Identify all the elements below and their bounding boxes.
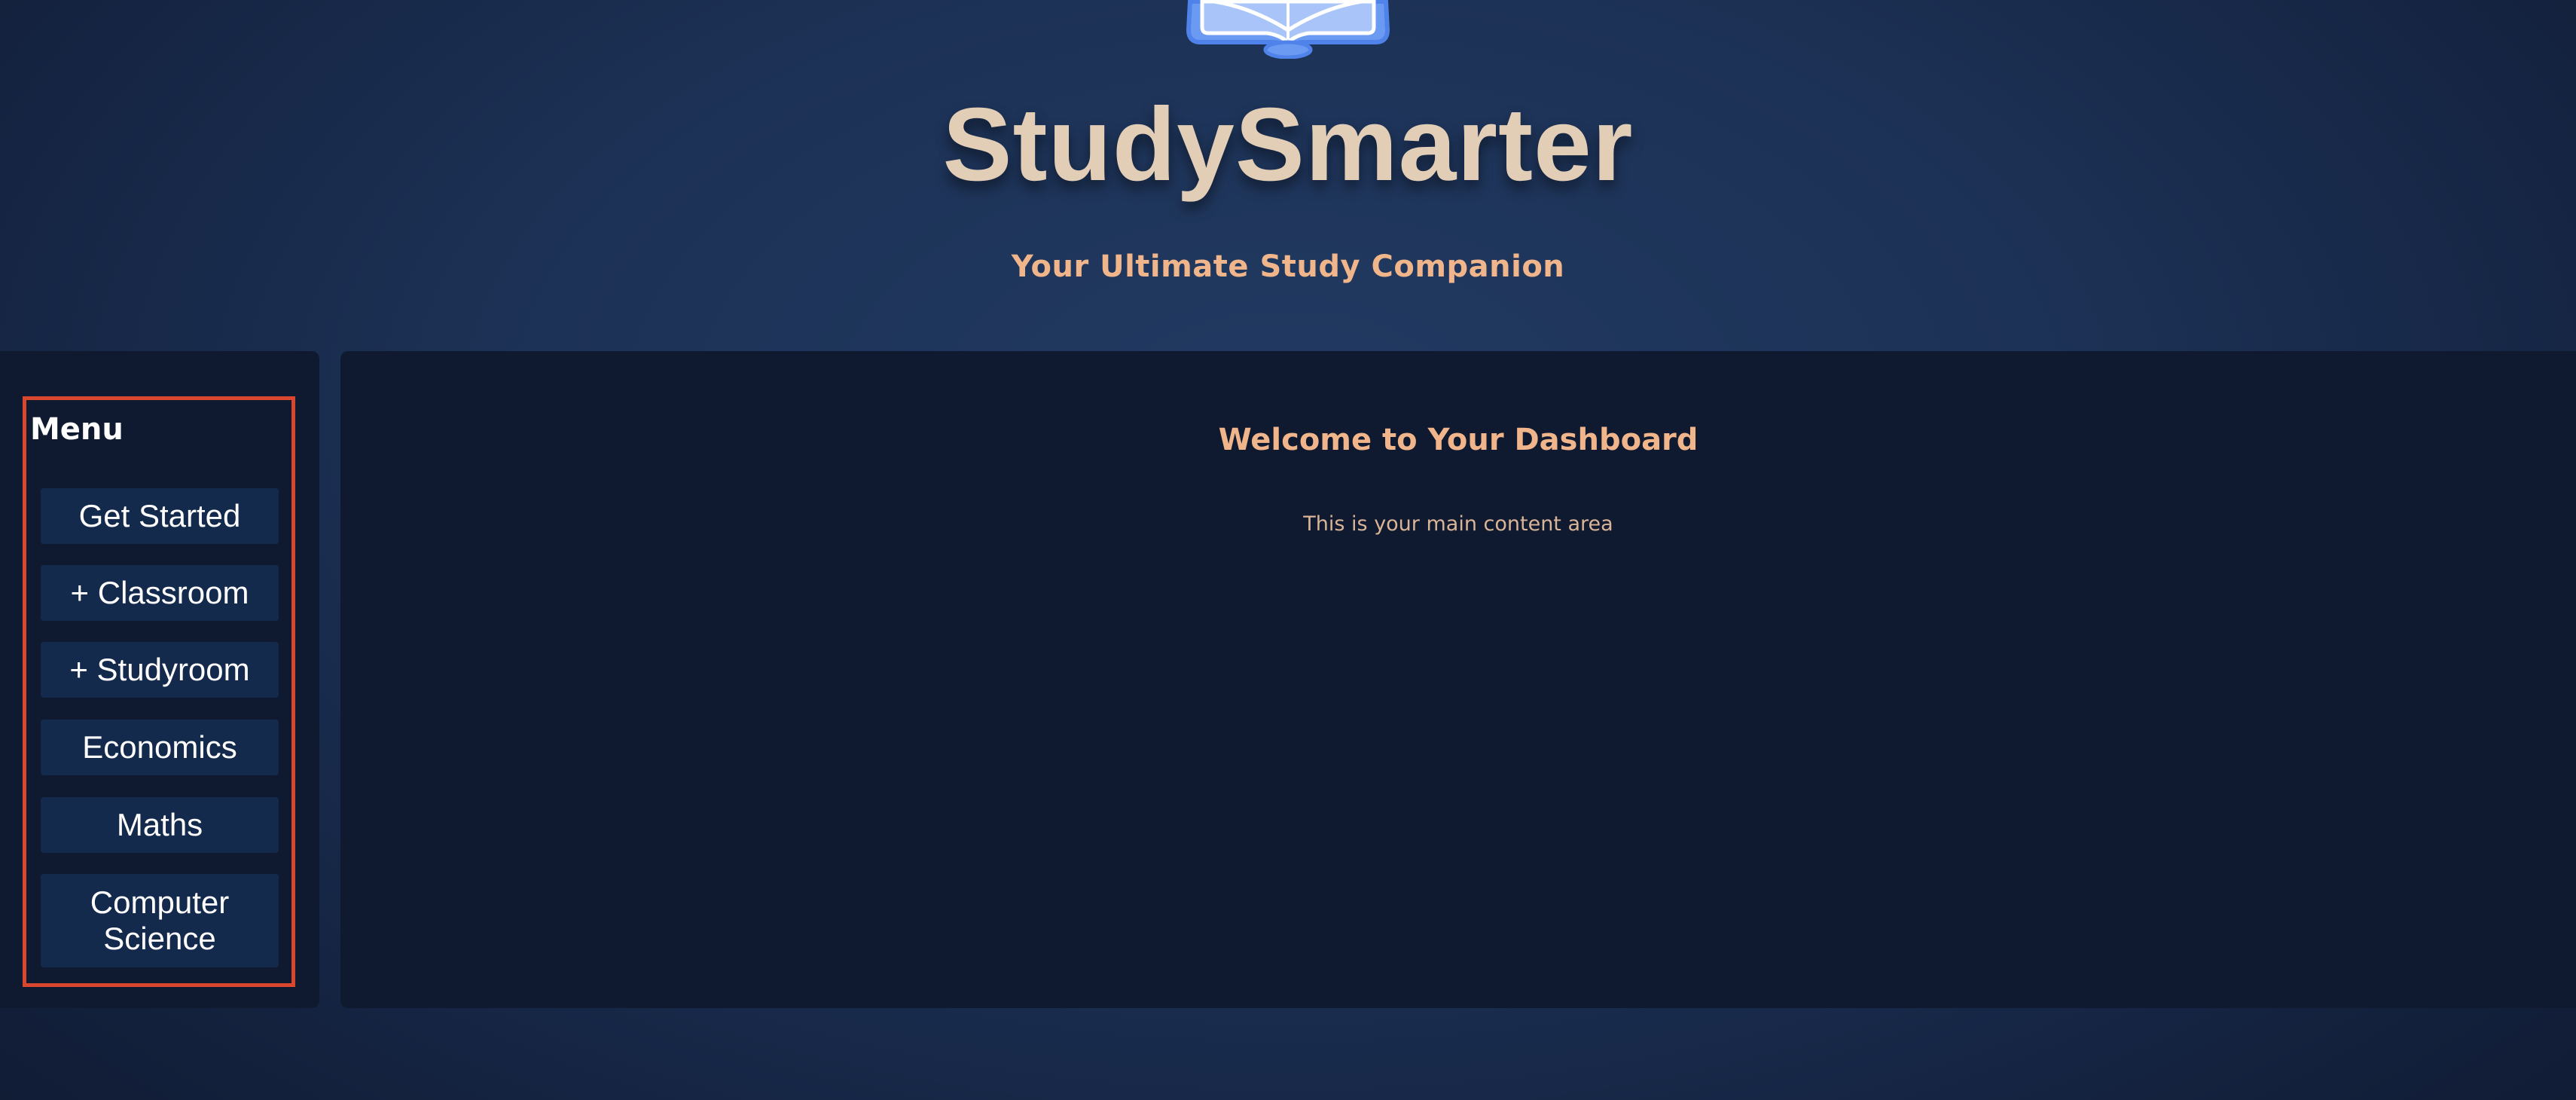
add-studyroom-label: + Studyroom [69,652,250,687]
add-classroom-button[interactable]: + Classroom [41,565,279,621]
get-started-button[interactable]: Get Started [41,488,279,544]
add-studyroom-button[interactable]: + Studyroom [41,642,279,698]
computer-science-button[interactable]: Computer Science [41,874,279,967]
maths-label: Maths [116,807,203,842]
open-book-icon [1184,0,1392,59]
maths-button[interactable]: Maths [41,797,279,853]
menu-title: Menu [30,412,124,447]
economics-label: Economics [82,729,237,765]
add-classroom-label: + Classroom [70,575,249,610]
get-started-label: Get Started [78,498,241,533]
computer-science-label: Computer Science [90,885,230,956]
dashboard-description: This is your main content area [1303,512,1613,536]
economics-button[interactable]: Economics [41,720,279,775]
dashboard-title: Welcome to Your Dashboard [1218,423,1699,457]
app-title: StudySmarter [942,87,1634,203]
app-subtitle: Your Ultimate Study Companion [1011,249,1565,284]
